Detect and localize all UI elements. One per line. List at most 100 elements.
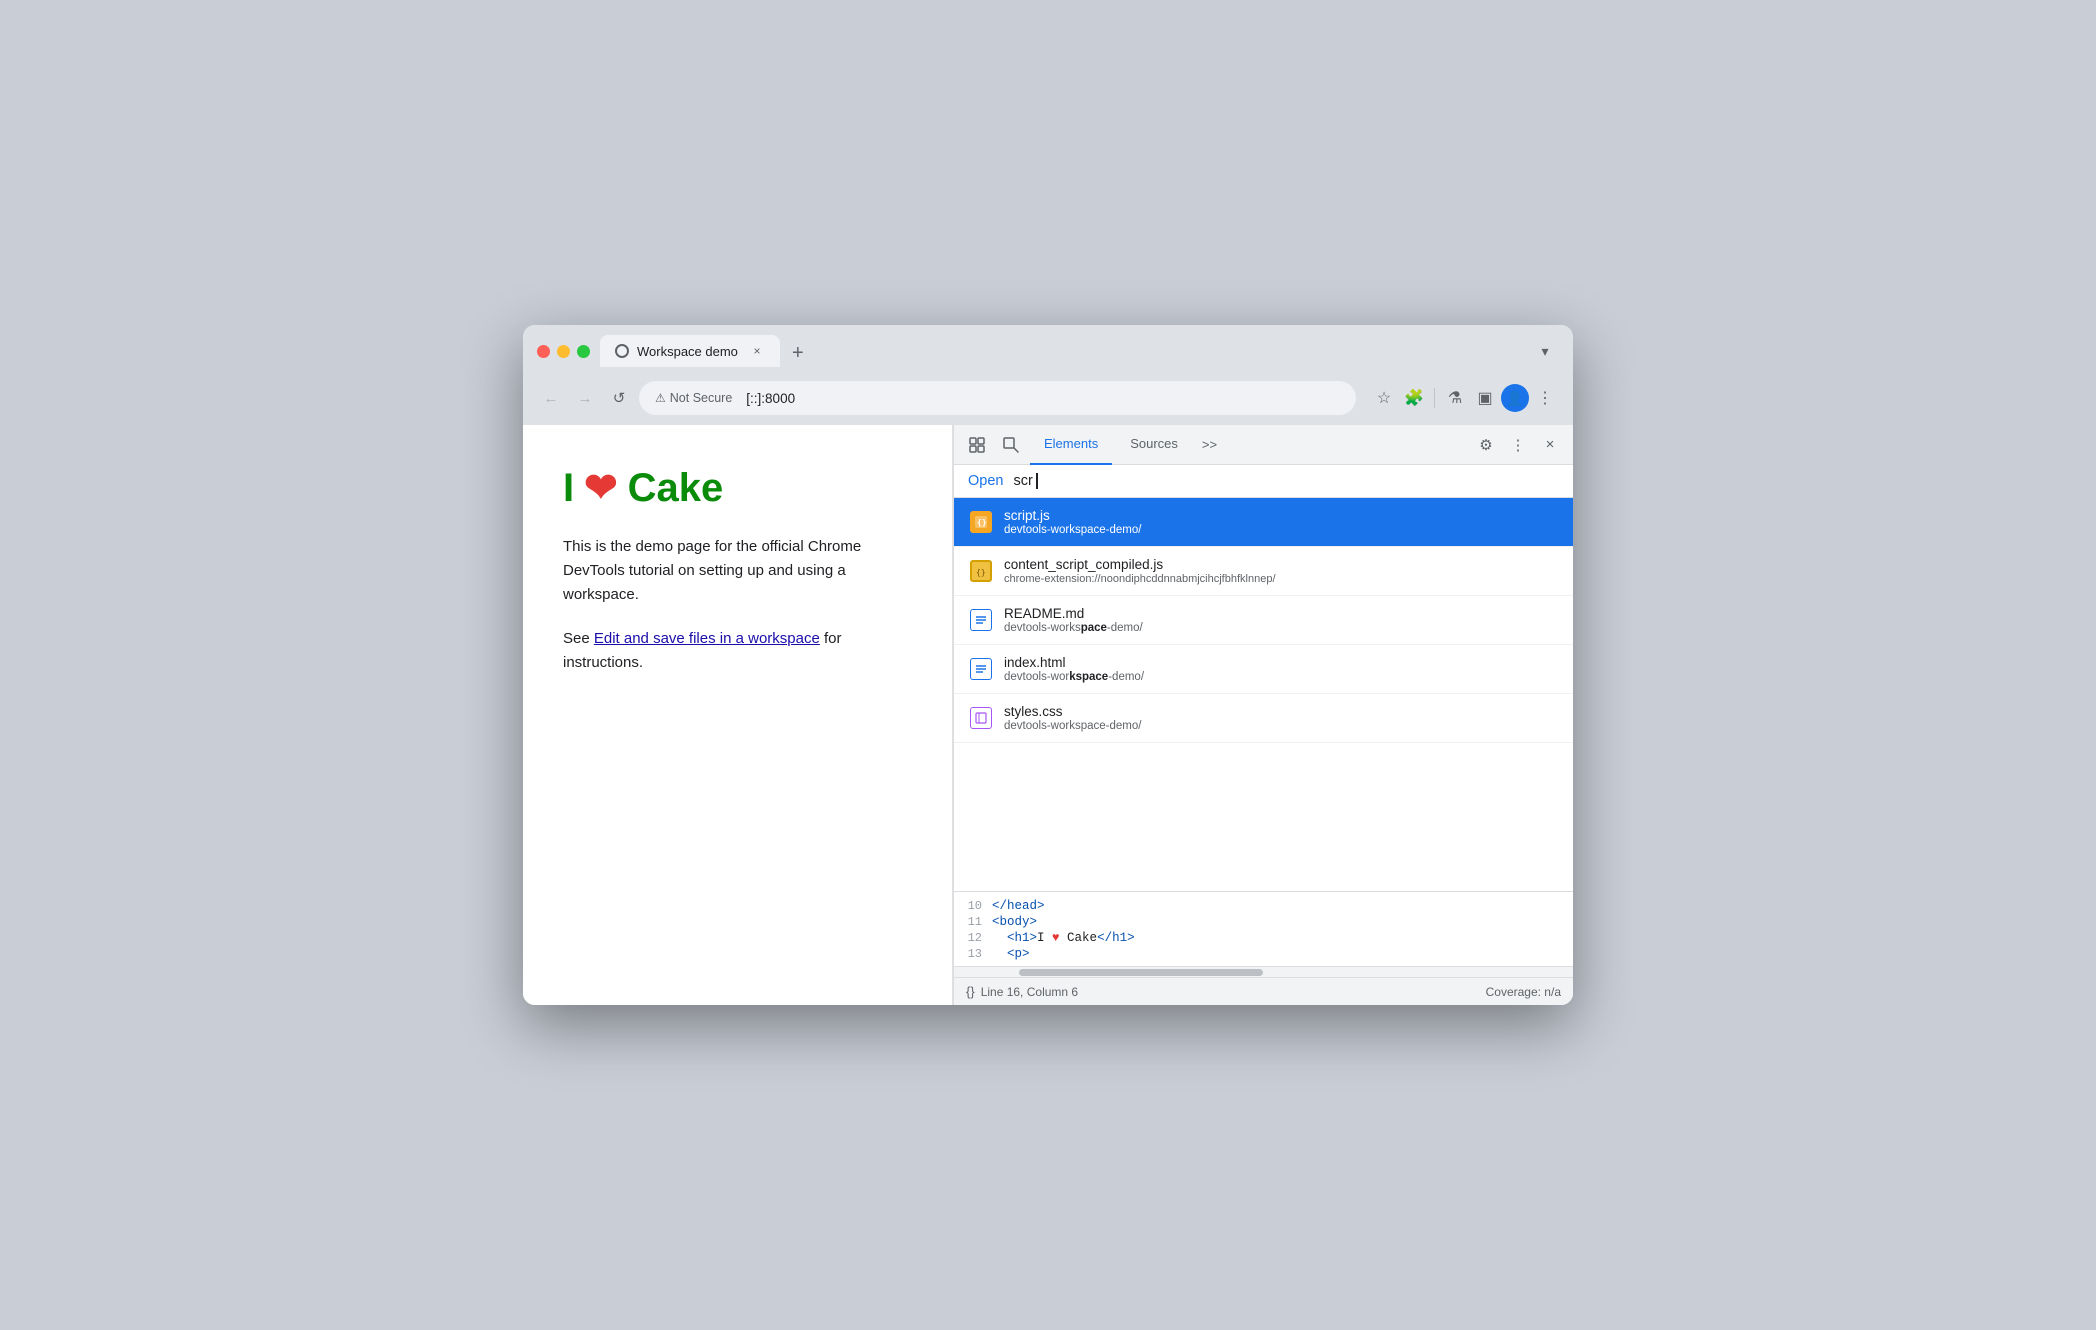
file-item-content-script[interactable]: {} content_script_compiled.js chrome-ext… [954, 547, 1573, 596]
file-item-styles-css[interactable]: styles.css devtools-workspace-demo/ [954, 694, 1573, 743]
close-traffic-light[interactable] [537, 345, 550, 358]
title-bar-top: Workspace demo × + ▾ [537, 335, 1559, 367]
quick-open-input[interactable]: Open scr [968, 473, 1559, 489]
heading-cake: Cake [628, 466, 724, 511]
file-icon-index-html [970, 658, 992, 680]
menu-icon[interactable]: ⋮ [1531, 384, 1559, 412]
devtools-settings-icon[interactable]: ⚙ [1471, 430, 1501, 460]
tab-sources[interactable]: Sources [1116, 425, 1192, 465]
code-line-12: 12 <h1>I ♥ Cake</h1> [954, 930, 1573, 946]
tab-elements[interactable]: Elements [1030, 425, 1112, 465]
active-tab[interactable]: Workspace demo × [600, 335, 780, 367]
reload-button[interactable]: ↺ [605, 384, 633, 412]
file-path-styles-css: devtools-workspace-demo/ [1004, 720, 1141, 732]
file-icon-styles-css [970, 707, 992, 729]
not-secure-label: Not Secure [670, 391, 733, 405]
browser-content: I ❤ Cake This is the demo page for the o… [523, 425, 1573, 1005]
new-tab-button[interactable]: + [784, 339, 812, 367]
heading-heart: ❤ [584, 465, 618, 511]
forward-button[interactable]: → [571, 384, 599, 412]
file-list: {} script.js devtools-workspace-demo/ {} [954, 498, 1573, 891]
file-info-readme: README.md devtools-workspace-demo/ [1004, 606, 1143, 634]
traffic-lights [537, 345, 590, 358]
file-info-index-html: index.html devtools-workspace-demo/ [1004, 655, 1144, 683]
tab-title: Workspace demo [637, 344, 738, 359]
heading-i: I [563, 466, 574, 511]
code-line-13: 13 <p> [954, 946, 1573, 962]
maximize-traffic-light[interactable] [577, 345, 590, 358]
file-item-readme[interactable]: README.md devtools-workspace-demo/ [954, 596, 1573, 645]
file-path-content-script: chrome-extension://noondiphcddnnabmjcihc… [1004, 573, 1276, 585]
format-icon[interactable]: {} [966, 984, 975, 999]
file-icon-script-js: {} [970, 511, 992, 533]
not-secure-indicator: ⚠ Not Secure [655, 391, 738, 405]
svg-text:{}: {} [976, 568, 986, 577]
file-name-readme: README.md [1004, 606, 1143, 621]
tab-bar: Workspace demo × + [600, 335, 1521, 367]
quick-open-label: Open [968, 473, 1003, 489]
devtools-toolbar: Elements Sources >> ⚙ ⋮ × [954, 425, 1573, 465]
devtools-statusbar: {} Line 16, Column 6 Coverage: n/a [954, 977, 1573, 1005]
file-item-script-js[interactable]: {} script.js devtools-workspace-demo/ [954, 498, 1573, 547]
scroll-thumb [1019, 969, 1263, 976]
tab-close-button[interactable]: × [748, 342, 766, 360]
more-tabs-button[interactable]: >> [1196, 429, 1223, 460]
quick-open-text: scr [1013, 473, 1032, 489]
file-item-index-html[interactable]: index.html devtools-workspace-demo/ [954, 645, 1573, 694]
extensions-icon[interactable]: 🧩 [1400, 384, 1428, 412]
file-info-script-js: script.js devtools-workspace-demo/ [1004, 508, 1141, 536]
code-view: 10 </head> 11 <body> 12 <h1>I ♥ Cake</h1… [954, 891, 1573, 977]
file-name-styles-css: styles.css [1004, 704, 1141, 719]
inspect-element-icon[interactable] [996, 430, 1026, 460]
file-name-script-js: script.js [1004, 508, 1141, 523]
devtools-more-icon[interactable]: ⋮ [1503, 430, 1533, 460]
paragraph2-prefix: See [563, 630, 594, 647]
code-line-11: 11 <body> [954, 914, 1573, 930]
back-button[interactable]: ← [537, 384, 565, 412]
file-path-script-js: devtools-workspace-demo/ [1004, 524, 1141, 536]
bookmark-icon[interactable]: ☆ [1370, 384, 1398, 412]
minimize-traffic-light[interactable] [557, 345, 570, 358]
devtools-icon[interactable]: ⚗ [1441, 384, 1469, 412]
quick-open-bar: Open scr [954, 465, 1573, 498]
file-icon-content-script: {} [970, 560, 992, 582]
file-path-index-html: devtools-workspace-demo/ [1004, 671, 1144, 683]
file-icon-readme [970, 609, 992, 631]
warning-icon: ⚠ [655, 391, 666, 405]
page-heading: I ❤ Cake [563, 465, 912, 511]
workspace-link[interactable]: Edit and save files in a workspace [594, 630, 820, 647]
cursor-position: Line 16, Column 6 [981, 985, 1078, 999]
devtools-panel: Elements Sources >> ⚙ ⋮ × Open scr [953, 425, 1573, 1005]
status-left: {} Line 16, Column 6 [966, 984, 1078, 999]
title-bar: Workspace demo × + ▾ [523, 325, 1573, 375]
globe-icon [615, 344, 629, 358]
address-bar[interactable]: ⚠ Not Secure [::]:8000 [639, 381, 1356, 415]
paragraph2: See Edit and save files in a workspace f… [563, 627, 912, 675]
page-content: I ❤ Cake This is the demo page for the o… [523, 425, 953, 1005]
tab-bar-right: ▾ [1531, 337, 1559, 365]
devtools-toolbar-right: ⚙ ⋮ × [1471, 430, 1565, 460]
coverage-status: Coverage: n/a [1486, 985, 1561, 999]
paragraph1: This is the demo page for the official C… [563, 535, 912, 607]
split-screen-icon[interactable]: ▣ [1471, 384, 1499, 412]
horizontal-scrollbar[interactable] [954, 967, 1573, 977]
browser-toolbar-icons: ☆ 🧩 ⚗ ▣ 👤 ⋮ [1370, 384, 1559, 412]
tab-dropdown-button[interactable]: ▾ [1531, 337, 1559, 365]
file-info-styles-css: styles.css devtools-workspace-demo/ [1004, 704, 1141, 732]
address-bar-row: ← → ↺ ⚠ Not Secure [::]:8000 ☆ 🧩 ⚗ ▣ 👤 ⋮ [523, 375, 1573, 425]
tab-favicon [614, 343, 630, 359]
text-cursor [1036, 473, 1038, 489]
toolbar-divider [1434, 388, 1435, 408]
file-path-readme: devtools-workspace-demo/ [1004, 622, 1143, 634]
profile-icon[interactable]: 👤 [1501, 384, 1529, 412]
svg-text:{}: {} [977, 518, 987, 527]
file-info-content-script: content_script_compiled.js chrome-extens… [1004, 557, 1276, 585]
url-display: [::]:8000 [746, 391, 795, 406]
devtools-close-icon[interactable]: × [1535, 430, 1565, 460]
code-lines-area: 10 </head> 11 <body> 12 <h1>I ♥ Cake</h1… [954, 892, 1573, 967]
file-name-content-script: content_script_compiled.js [1004, 557, 1276, 572]
file-name-index-html: index.html [1004, 655, 1144, 670]
browser-window: Workspace demo × + ▾ ← → ↺ ⚠ Not Secure … [523, 325, 1573, 1005]
select-element-icon[interactable] [962, 430, 992, 460]
code-line-10: 10 </head> [954, 898, 1573, 914]
